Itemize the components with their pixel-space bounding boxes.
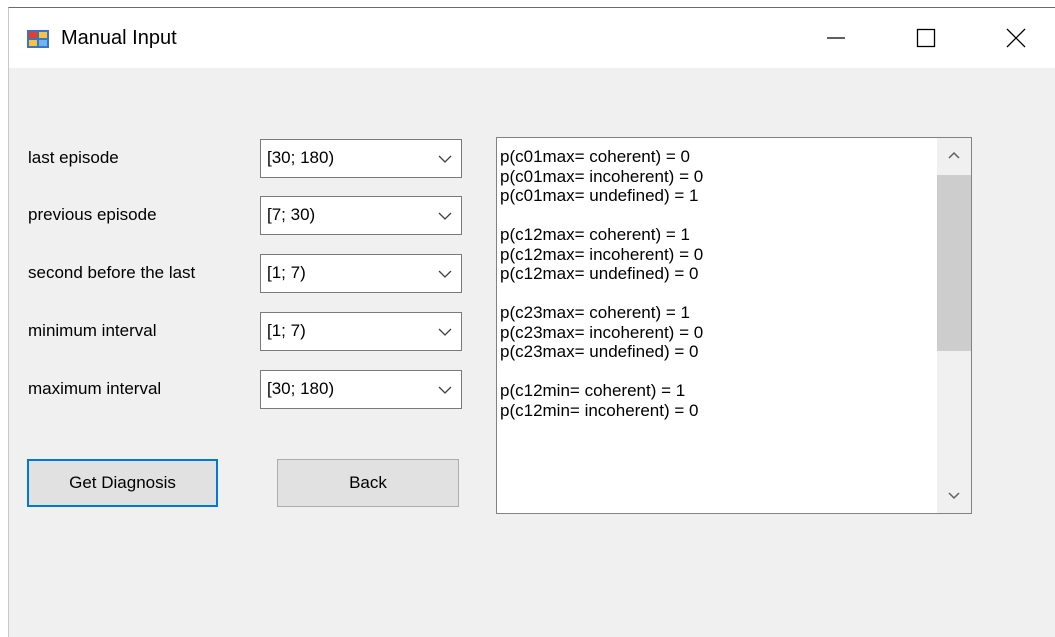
combo-minimum-interval[interactable]: [1; 7) [260, 312, 462, 351]
results-line: p(c12min= coherent) = 1 [500, 381, 686, 400]
results-line: p(c23max= coherent) = 1 [500, 303, 690, 322]
scroll-thumb[interactable] [937, 175, 971, 351]
chevron-down-icon[interactable] [437, 267, 453, 281]
label-minimum-interval: minimum interval [28, 321, 157, 340]
scroll-down-button[interactable] [937, 479, 971, 513]
vertical-scrollbar[interactable] [937, 138, 971, 513]
results-line [500, 284, 930, 304]
label-previous-episode: previous episode [28, 205, 157, 224]
scroll-up-button[interactable] [937, 138, 971, 172]
combo-last-episode[interactable]: [30; 180) [260, 139, 462, 178]
results-line: p(c01max= undefined) = 1 [500, 186, 699, 205]
results-content: p(c01max= coherent) = 0 p(c01max= incohe… [500, 147, 930, 420]
results-line [500, 206, 930, 226]
label-last-episode: last episode [28, 148, 119, 167]
window-title: Manual Input [61, 27, 177, 49]
close-button[interactable] [987, 8, 1045, 68]
results-line: p(c12max= undefined) = 0 [500, 264, 699, 283]
results-line: p(c01max= incoherent) = 0 [500, 166, 704, 186]
chevron-down-icon [948, 492, 960, 500]
results-line: p(c01max= coherent) = 0 [500, 147, 690, 166]
combo-value: [1; 7) [267, 263, 306, 282]
results-line: p(c12max= incoherent) = 0 [500, 244, 704, 264]
results-line [500, 362, 930, 382]
results-line: p(c23max= incoherent) = 0 [500, 322, 704, 342]
chevron-up-icon [948, 151, 960, 159]
chevron-down-icon[interactable] [437, 209, 453, 223]
combo-value: [7; 30) [267, 205, 316, 224]
combo-maximum-interval[interactable]: [30; 180) [260, 370, 462, 409]
windows-form-icon [27, 30, 49, 48]
results-line: p(c23max= undefined) = 0 [500, 342, 699, 361]
minimize-icon [827, 37, 845, 39]
get-diagnosis-button[interactable]: Get Diagnosis [27, 459, 218, 507]
results-textbox[interactable]: p(c01max= coherent) = 0 p(c01max= incohe… [496, 137, 972, 514]
combo-value: [1; 7) [267, 321, 306, 340]
back-button[interactable]: Back [277, 459, 459, 507]
combo-second-before-last[interactable]: [1; 7) [260, 254, 462, 293]
close-icon [1006, 28, 1026, 48]
results-line: p(c12max= coherent) = 1 [500, 225, 690, 244]
results-line: p(c12min= incoherent) = 0 [500, 400, 699, 420]
combo-previous-episode[interactable]: [7; 30) [260, 196, 462, 235]
label-maximum-interval: maximum interval [28, 379, 162, 398]
chevron-down-icon[interactable] [437, 152, 453, 166]
minimize-button[interactable] [807, 8, 865, 68]
manual-input-window: Manual Input last episode [30; 180) prev… [8, 7, 1055, 637]
maximize-button[interactable] [897, 8, 955, 68]
label-second-before-last: second before the last [28, 263, 196, 282]
combo-value: [30; 180) [267, 148, 335, 167]
chevron-down-icon[interactable] [437, 325, 453, 339]
maximize-icon [916, 28, 936, 48]
chevron-down-icon[interactable] [437, 383, 453, 397]
combo-value: [30; 180) [267, 379, 335, 398]
title-bar[interactable]: Manual Input [9, 8, 1055, 68]
